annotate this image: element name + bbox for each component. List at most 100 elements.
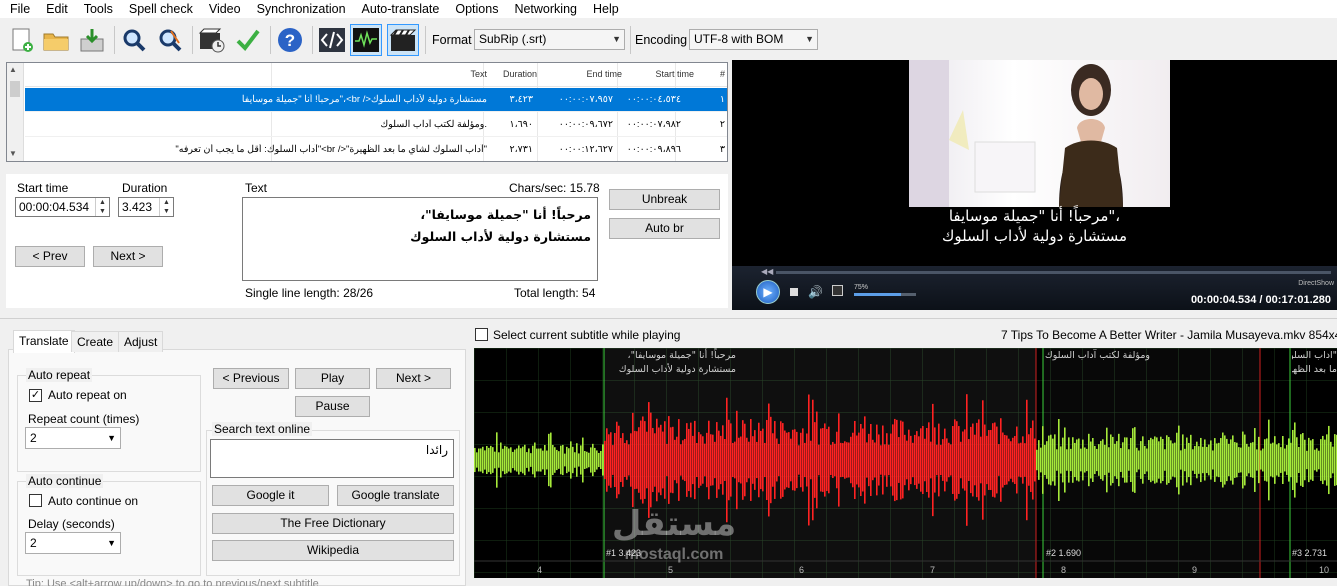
- visual-sync-icon[interactable]: [196, 24, 228, 56]
- wave-sample: [1088, 433, 1090, 487]
- chevron-up-icon[interactable]: ▲: [9, 65, 17, 74]
- menu-file[interactable]: File: [0, 1, 38, 17]
- wave-sample: [930, 441, 932, 479]
- waveform-view[interactable]: مرحباً! أنا "جميلة موسايفا"، مستشارة دول…: [474, 348, 1337, 578]
- wave-sample: [1260, 450, 1262, 470]
- wave-sample: [574, 452, 576, 468]
- video-progress-bar[interactable]: [776, 271, 1331, 274]
- duration-input[interactable]: 3.423 ▲ ▼: [118, 197, 174, 217]
- wave-sample: [1158, 441, 1160, 479]
- volume-slider[interactable]: [854, 293, 916, 296]
- new-file-icon[interactable]: [6, 24, 38, 56]
- menu-edit[interactable]: Edit: [38, 1, 76, 17]
- wave-sample: [776, 438, 778, 482]
- tab-adjust[interactable]: Adjust: [118, 331, 164, 352]
- header-text[interactable]: Text: [470, 69, 487, 79]
- auto-repeat-checkbox[interactable]: ✓: [29, 389, 42, 402]
- table-row[interactable]: ومؤلفة لكتب آداب السلوك. ١،٦٩٠ ٠٠:٠٠:٠٩،…: [25, 113, 727, 137]
- delay-select[interactable]: 2 ▼: [25, 532, 121, 554]
- wave-sample: [1152, 439, 1154, 481]
- menu-synchronization[interactable]: Synchronization: [249, 1, 354, 17]
- repeat-count-select[interactable]: 2 ▼: [25, 427, 121, 449]
- tab-translate[interactable]: Translate: [13, 330, 75, 353]
- free-dictionary-button[interactable]: The Free Dictionary: [212, 513, 454, 534]
- scroll-thumb[interactable]: [10, 81, 20, 97]
- wave-sample: [1200, 437, 1202, 483]
- table-row[interactable]: مرحباً! أنا "جميلة موسايفا"،<br />مستشار…: [25, 88, 727, 112]
- replace-icon[interactable]: [154, 24, 186, 56]
- delay-label: Delay (seconds): [28, 517, 115, 531]
- menu-options[interactable]: Options: [447, 1, 506, 17]
- table-row[interactable]: "آداب السلوك: أقل ما يجب أن تعرفه"<br />…: [25, 138, 727, 161]
- auto-continue-title: Auto continue: [26, 474, 104, 488]
- next-button[interactable]: Next >: [93, 246, 163, 267]
- auto-continue-checkbox[interactable]: [29, 494, 42, 507]
- wave-sample: [608, 434, 610, 486]
- wikipedia-button[interactable]: Wikipedia: [212, 540, 454, 561]
- wave-sample: [1050, 434, 1052, 486]
- wave-sample: [738, 437, 740, 483]
- source-view-icon[interactable]: [316, 24, 348, 56]
- wave-sample: [734, 441, 736, 479]
- wave-sample: [1166, 435, 1168, 485]
- wave-sample: [1238, 447, 1240, 473]
- render-engine: DirectShow: [1298, 280, 1334, 287]
- header-start-time[interactable]: Start time: [655, 69, 694, 79]
- pause-button[interactable]: Pause: [295, 396, 370, 417]
- select-while-playing-checkbox[interactable]: [475, 328, 488, 341]
- menu-spell-check[interactable]: Spell check: [121, 1, 201, 17]
- menu-networking[interactable]: Networking: [506, 1, 585, 17]
- subtitle-grid[interactable]: ▲ ▼ Text Duration End time Start time # …: [6, 62, 728, 162]
- wave-sample: [1064, 427, 1066, 493]
- wave-sample: [840, 442, 842, 478]
- google-translate-button[interactable]: Google translate: [337, 485, 454, 506]
- header-duration[interactable]: Duration: [503, 69, 537, 79]
- previous-button[interactable]: < Previous: [213, 368, 289, 389]
- open-folder-icon[interactable]: [40, 24, 72, 56]
- format-select[interactable]: SubRip (.srt) ▼: [474, 29, 625, 50]
- wave-sample: [888, 444, 890, 476]
- search-text-input[interactable]: رائدا: [210, 439, 454, 478]
- header-number[interactable]: #: [720, 69, 725, 79]
- wave-seg3-info: #3 2.731: [1292, 548, 1328, 558]
- spin-arrows-icon[interactable]: ▲ ▼: [159, 198, 173, 216]
- wave-sample: [1180, 450, 1182, 470]
- play-icon[interactable]: ▶: [756, 280, 780, 304]
- start-time-input[interactable]: 00:00:04.534 ▲ ▼: [15, 197, 110, 217]
- google-it-button[interactable]: Google it: [212, 485, 329, 506]
- unbreak-button[interactable]: Unbreak: [609, 189, 720, 210]
- menu-auto-translate[interactable]: Auto-translate: [354, 1, 448, 17]
- wave-sample: [850, 436, 852, 484]
- subtitle-text-editor[interactable]: مرحباً! أنا "جميلة موسايفا"، مستشارة دول…: [242, 197, 598, 281]
- play-button[interactable]: Play: [295, 368, 370, 389]
- next-button[interactable]: Next >: [376, 368, 451, 389]
- spin-arrows-icon[interactable]: ▲ ▼: [95, 198, 109, 216]
- save-icon[interactable]: [76, 24, 108, 56]
- grid-scrollbar[interactable]: ▲ ▼: [7, 63, 24, 161]
- encoding-select[interactable]: UTF-8 with BOM ▼: [689, 29, 818, 50]
- prev-button[interactable]: < Prev: [15, 246, 85, 267]
- chevron-down-icon[interactable]: ▼: [9, 149, 17, 158]
- menu-video[interactable]: Video: [201, 1, 249, 17]
- wave-sample: [534, 442, 536, 478]
- wave-sample: [990, 429, 992, 491]
- wave-sample: [514, 449, 516, 471]
- spell-check-icon[interactable]: [232, 24, 264, 56]
- volume-icon[interactable]: 🔊: [808, 285, 823, 299]
- find-icon[interactable]: [118, 24, 150, 56]
- help-icon[interactable]: ?: [274, 24, 306, 56]
- rewind-icon[interactable]: ◀◀: [761, 267, 773, 276]
- tab-create[interactable]: Create: [71, 331, 120, 352]
- menu-help[interactable]: Help: [585, 1, 627, 17]
- wave-sample: [1248, 446, 1250, 474]
- menu-tools[interactable]: Tools: [76, 1, 121, 17]
- header-end-time[interactable]: End time: [586, 69, 622, 79]
- waveform-toggle-icon[interactable]: [350, 24, 382, 56]
- wave-sample: [668, 416, 670, 504]
- wave-sample: [492, 447, 494, 473]
- stop-icon[interactable]: [790, 288, 798, 296]
- fullscreen-icon[interactable]: [832, 285, 843, 296]
- wave-sample: [774, 421, 776, 499]
- video-toggle-icon[interactable]: [387, 24, 419, 56]
- auto-br-button[interactable]: Auto br: [609, 218, 720, 239]
